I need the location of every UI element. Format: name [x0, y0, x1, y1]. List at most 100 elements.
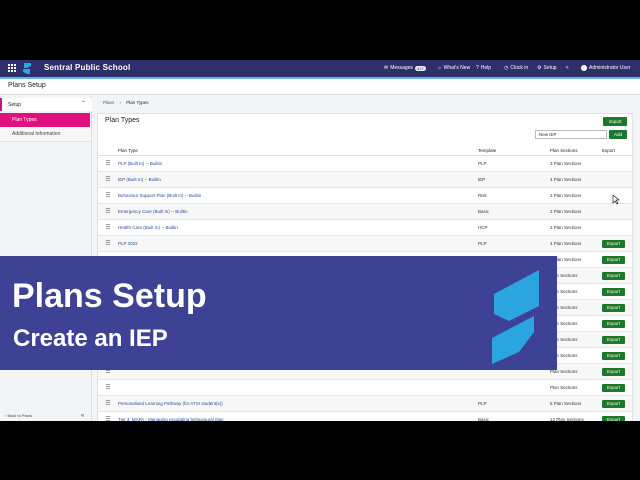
cursor-icon	[612, 195, 620, 205]
export-cell: Export	[602, 331, 632, 348]
breadcrumb-separator: ›	[119, 100, 122, 105]
plan-sections-cell: 4 Plan Sections	[550, 171, 602, 188]
breadcrumb-plans[interactable]: Plans	[103, 100, 114, 105]
plan-type-cell[interactable]: Emergency Care (Built In) -- Builtin	[118, 203, 478, 220]
export-cell: Export	[602, 315, 632, 332]
export-cell	[602, 171, 632, 188]
template-cell: Basic	[478, 203, 550, 220]
plan-type-cell[interactable]: PLP (Built In) -- Builtin	[118, 155, 478, 172]
table-row: ☰ Emergency Care (Built In) -- Builtin Bas…	[98, 203, 632, 220]
template-cell: IEP	[478, 171, 550, 188]
clock-icon: ◷	[504, 65, 509, 71]
template-cell: PLP	[478, 235, 550, 252]
import-button[interactable]: Import	[603, 117, 627, 126]
avatar-icon	[581, 65, 587, 71]
export-button[interactable]: Export	[602, 399, 625, 408]
export-cell: Export	[602, 363, 632, 380]
drag-handle-icon[interactable]: ☰	[98, 379, 118, 396]
sidebar-item-label: Additional Information	[12, 131, 61, 137]
drag-handle-icon[interactable]: ☰	[98, 171, 118, 188]
plan-sections-cell: Plan Sections	[550, 363, 602, 380]
plan-type-cell[interactable]: Tier 3: MAPA - Managing escalating behav…	[118, 411, 478, 421]
page-title: Plans Setup	[8, 82, 46, 89]
table-row: ☰ PLP 2022 PLP 4 Plan Sections Export	[98, 235, 632, 252]
user-menu[interactable]: Administrator User	[581, 65, 630, 71]
export-button[interactable]: Export	[602, 319, 625, 328]
drag-handle-icon[interactable]: ☰	[98, 395, 118, 412]
table-row: ☰ Health Care (Built In) -- Builtin HCP 2 P…	[98, 219, 632, 236]
template-cell: PLP	[478, 155, 550, 172]
export-button[interactable]: Export	[602, 255, 625, 264]
sidebar-section-setup[interactable]: Setup ⌃	[0, 98, 92, 111]
breadcrumb-current: Plan Types	[126, 100, 149, 105]
school-name[interactable]: Sentral Public School	[44, 63, 130, 72]
plan-sections-cell: 4 Plan Sections	[550, 235, 602, 252]
export-cell: Export	[602, 395, 632, 412]
export-button[interactable]: Export	[602, 335, 625, 344]
back-to-plans-link[interactable]: ‹ Back to Plans	[5, 413, 32, 418]
export-cell: Export	[602, 235, 632, 252]
sidebar-item-additional-information[interactable]: Additional Information	[0, 127, 90, 142]
drag-handle-icon[interactable]: ☰	[98, 155, 118, 172]
apps-grid-icon[interactable]	[8, 64, 16, 72]
plan-type-cell[interactable]: Health Care (Built In) -- Builtin	[118, 219, 478, 236]
messages-label: Messages	[390, 65, 413, 71]
wand-icon[interactable]: ✧	[565, 65, 569, 71]
breadcrumb: Plans › Plan Types	[103, 100, 148, 105]
setup-link[interactable]: ⚙ Setup	[537, 65, 557, 71]
export-cell: Export	[602, 283, 632, 300]
plan-type-cell[interactable]: PLP 2022	[118, 235, 478, 252]
new-plan-type-input[interactable]: New IEP	[535, 130, 607, 139]
drag-handle-icon[interactable]: ☰	[98, 235, 118, 252]
whats-new-label: What's New	[443, 65, 471, 71]
plan-sections-cell: 2 Plan Sections	[550, 219, 602, 236]
table-row: ☰ PLP (Built In) -- Builtin PLP 3 Plan Sect…	[98, 155, 632, 172]
plan-type-cell[interactable]: Behaviour Support Plan (Built In) -- Bui…	[118, 187, 478, 204]
export-button[interactable]: Export	[602, 239, 625, 248]
export-button[interactable]: Export	[602, 351, 625, 360]
drag-handle-icon[interactable]: ☰	[98, 187, 118, 204]
double-chevron-left-icon[interactable]: «	[81, 413, 84, 419]
bell-icon: ☼	[437, 65, 442, 71]
page-header: Plans Setup	[0, 79, 640, 95]
export-button[interactable]: Export	[602, 303, 625, 312]
drag-handle-icon[interactable]: ☰	[98, 219, 118, 236]
drag-handle-icon[interactable]: ☰	[98, 411, 118, 421]
export-cell	[602, 155, 632, 172]
plan-sections-cell: Plan Sections	[550, 299, 602, 316]
export-cell: Export	[602, 347, 632, 364]
sentral-logo-icon[interactable]	[22, 63, 32, 74]
plan-type-cell[interactable]: IEP (Built In) -- Builtin	[118, 171, 478, 188]
help-link[interactable]: ? Help	[476, 65, 491, 71]
add-button[interactable]: Add	[609, 130, 627, 139]
col-plan-type: Plan Type	[118, 145, 478, 156]
export-button[interactable]: Export	[602, 415, 625, 421]
template-cell: Basic	[478, 411, 550, 421]
title-banner: Plans Setup Create an IEP	[0, 256, 557, 370]
plan-sections-cell: Plan Sections	[550, 267, 602, 284]
table-row: ☰ Behaviour Support Plan (Built In) -- Bu…	[98, 187, 632, 204]
plan-type-cell[interactable]: Personalised Learning Pathway (for ATSI …	[118, 395, 478, 412]
export-button[interactable]: Export	[602, 383, 625, 392]
plan-type-cell[interactable]	[118, 379, 478, 396]
plan-sections-cell: 2 Plan Sections	[550, 187, 602, 204]
export-cell: Export	[602, 379, 632, 396]
sidebar-item-plan-types[interactable]: Plan Types	[0, 113, 90, 127]
export-cell: Export	[602, 251, 632, 268]
plan-sections-cell: 12 Plan Sections	[550, 411, 602, 421]
drag-handle-icon[interactable]: ☰	[98, 203, 118, 220]
export-button[interactable]: Export	[602, 367, 625, 376]
table-row: ☰ IEP (Built In) -- Builtin IEP 4 Plan Sect…	[98, 171, 632, 188]
clock-in-link[interactable]: ◷ Clock in	[504, 65, 528, 71]
template-cell	[478, 379, 550, 396]
whats-new-link[interactable]: ☼ What's New	[437, 65, 470, 71]
chevron-up-icon: ⌃	[80, 101, 86, 107]
export-button[interactable]: Export	[602, 271, 625, 280]
setup-label: Setup	[543, 65, 557, 71]
export-cell	[602, 203, 632, 220]
banner-subtitle: Create an IEP	[13, 325, 168, 352]
export-button[interactable]: Export	[602, 287, 625, 296]
table-row: ☰ Plan SectionsExport	[98, 379, 632, 396]
messages-link[interactable]: ✉ Messages 417	[384, 65, 426, 71]
clock-in-label: Clock in	[510, 65, 529, 71]
